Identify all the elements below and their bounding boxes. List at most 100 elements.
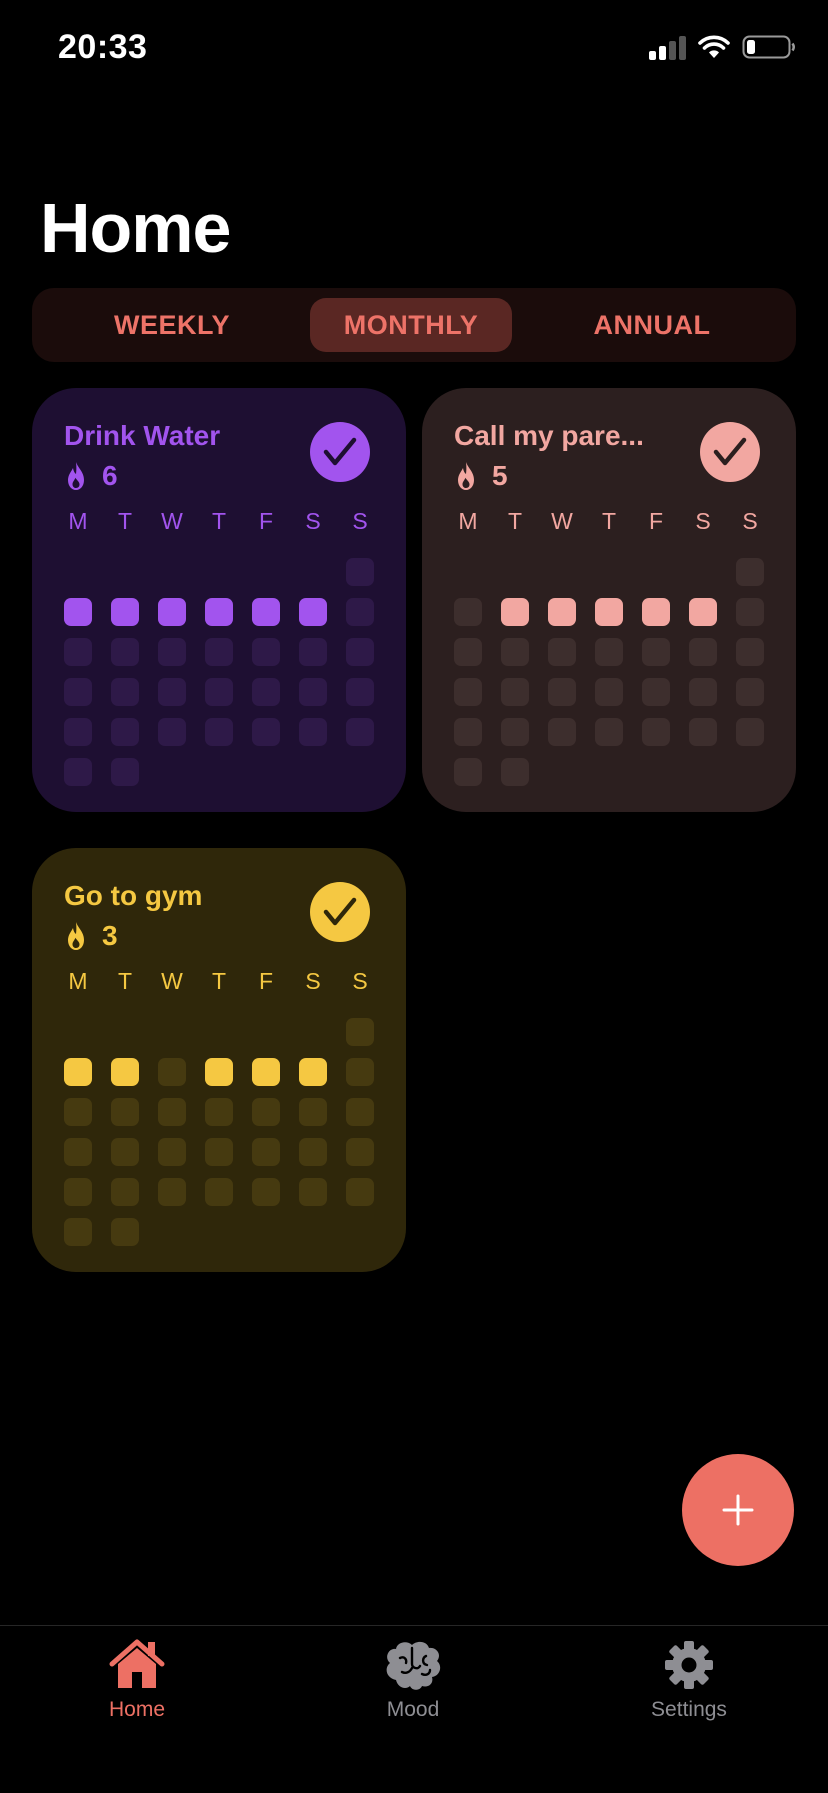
day-cell-empty: [64, 1218, 92, 1246]
day-cell-empty: [689, 718, 717, 746]
day-cell-empty: [736, 638, 764, 666]
cellular-signal-icon: [649, 34, 686, 60]
day-cell-empty: [642, 638, 670, 666]
day-cell-empty: [158, 1058, 186, 1086]
weekday-label: T: [211, 968, 227, 994]
tab-home[interactable]: Home: [57, 1638, 217, 1722]
month-grid: [454, 558, 768, 798]
day-cell-empty: [252, 638, 280, 666]
day-cell-empty: [205, 1098, 233, 1126]
segment-monthly[interactable]: MONTHLY: [310, 298, 512, 352]
day-cell-done: [64, 1058, 92, 1086]
complete-today-button[interactable]: [310, 422, 370, 482]
day-cell-empty: [346, 1098, 374, 1126]
day-cell-empty: [595, 718, 623, 746]
day-cell-empty: [736, 558, 764, 586]
brain-icon: [386, 1641, 441, 1690]
day-cell-empty: [111, 718, 139, 746]
habit-card-drink-water[interactable]: Drink Water 6 M T W T F S S: [32, 388, 406, 812]
weekday-labels: MTWTFSS: [64, 508, 378, 548]
day-cell-empty: [501, 718, 529, 746]
tab-label: Mood: [386, 1698, 440, 1721]
weekday-label: M: [68, 508, 88, 534]
day-cell-empty: [299, 718, 327, 746]
weekday-label: M: [68, 968, 88, 994]
day-cell-empty: [252, 678, 280, 706]
add-habit-button[interactable]: [682, 1454, 794, 1566]
habit-card-go-to-gym[interactable]: Go to gym 3 M T W T F S S: [32, 848, 406, 1272]
streak-count: 5: [492, 460, 508, 491]
weekday-label: T: [117, 508, 133, 534]
day-cell-done: [64, 598, 92, 626]
day-cell-empty: [454, 598, 482, 626]
day-cell-done: [299, 1058, 327, 1086]
day-cell-empty: [548, 718, 576, 746]
day-cell-empty: [548, 638, 576, 666]
weekday-label: T: [117, 968, 133, 994]
tab-label: Settings: [651, 1698, 727, 1721]
wifi-icon: [698, 35, 730, 58]
day-cell-empty: [64, 638, 92, 666]
weekday-label: T: [507, 508, 523, 534]
weekday-label: W: [161, 968, 183, 994]
segment-weekly[interactable]: WEEKLY: [72, 298, 272, 352]
weekday-label: T: [601, 508, 617, 534]
day-cell-empty: [158, 678, 186, 706]
day-cell-empty: [736, 678, 764, 706]
day-cell-empty: [689, 638, 717, 666]
day-cell-empty: [205, 678, 233, 706]
habit-title: Drink Water: [64, 420, 221, 451]
day-cell-empty: [205, 1178, 233, 1206]
weekday-label: T: [211, 508, 227, 534]
day-cell-empty: [501, 638, 529, 666]
period-segmented-control: WEEKLY MONTHLY ANNUAL: [32, 288, 796, 362]
habit-title: Call my pare...: [454, 420, 644, 451]
day-cell-empty: [205, 718, 233, 746]
day-cell-empty: [346, 638, 374, 666]
weekday-label: F: [258, 968, 274, 994]
day-cell-empty: [205, 1138, 233, 1166]
segment-annual[interactable]: ANNUAL: [552, 298, 752, 352]
day-cell-done: [252, 598, 280, 626]
status-time: 20:33: [58, 28, 148, 66]
day-cell-empty: [689, 678, 717, 706]
tab-mood[interactable]: Mood: [333, 1638, 493, 1722]
gear-icon: [665, 1641, 713, 1689]
tab-bar: Home Mood Settings: [0, 1625, 828, 1793]
day-cell-empty: [299, 1138, 327, 1166]
day-cell-empty: [346, 1178, 374, 1206]
day-cell-empty: [64, 758, 92, 786]
complete-today-button[interactable]: [700, 422, 760, 482]
day-cell-done: [205, 598, 233, 626]
day-cell-empty: [642, 718, 670, 746]
tab-settings[interactable]: Settings: [609, 1638, 769, 1722]
day-cell-empty: [346, 718, 374, 746]
streak-count: 3: [102, 920, 118, 951]
day-cell-empty: [299, 1098, 327, 1126]
day-cell-done: [111, 598, 139, 626]
day-cell-empty: [346, 1018, 374, 1046]
checkmark-icon: [323, 437, 357, 466]
complete-today-button[interactable]: [310, 882, 370, 942]
day-cell-empty: [252, 718, 280, 746]
day-cell-empty: [299, 638, 327, 666]
streak-count: 6: [102, 460, 118, 491]
checkmark-icon: [713, 437, 747, 466]
day-cell-empty: [158, 718, 186, 746]
day-cell-empty: [252, 1098, 280, 1126]
habit-card-call-parents[interactable]: Call my pare... 5 M T W T F S S: [422, 388, 796, 812]
day-cell-done: [299, 598, 327, 626]
day-cell-done: [689, 598, 717, 626]
day-cell-empty: [346, 558, 374, 586]
weekday-labels: MTWTFSS: [454, 508, 768, 548]
day-cell-empty: [501, 758, 529, 786]
weekday-label: F: [258, 508, 274, 534]
streak: 5: [454, 460, 508, 492]
month-grid: [64, 558, 378, 798]
weekday-label: S: [742, 508, 758, 534]
day-cell-empty: [111, 1098, 139, 1126]
day-cell-empty: [111, 1218, 139, 1246]
day-cell-done: [158, 598, 186, 626]
streak: 6: [64, 460, 118, 492]
day-cell-empty: [736, 598, 764, 626]
